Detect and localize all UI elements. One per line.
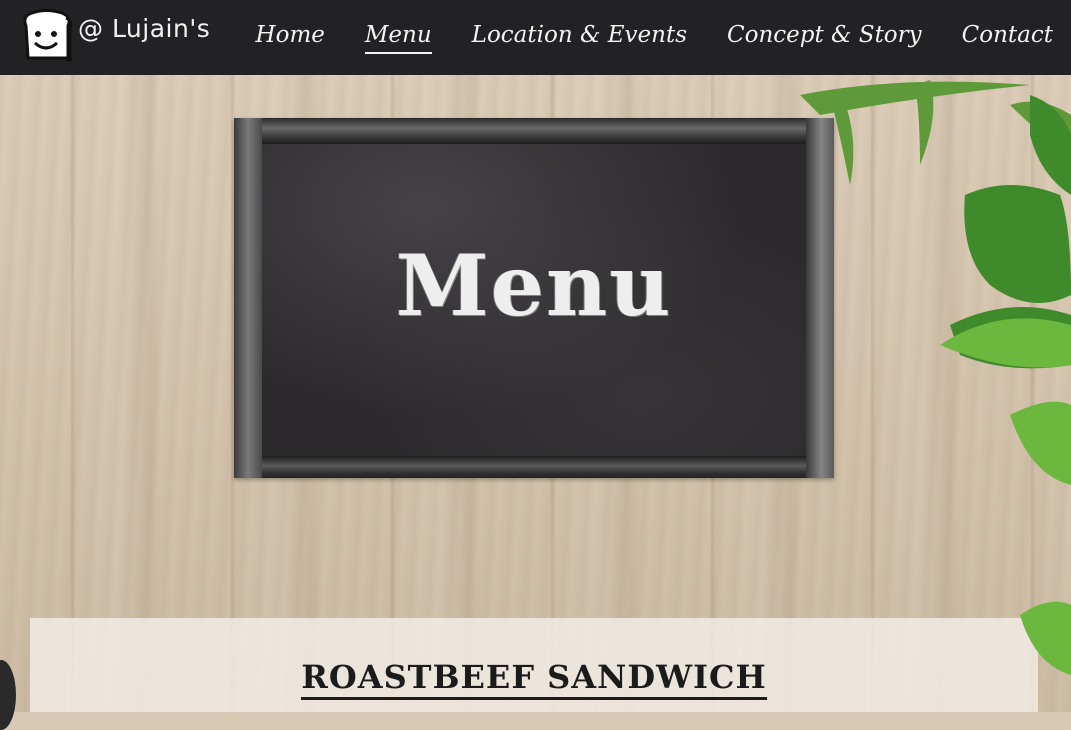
page-title: Menu	[395, 236, 673, 335]
main-nav: Home Menu Location & Events Concept & St…	[256, 18, 1053, 54]
nav-menu[interactable]: Menu	[364, 18, 432, 54]
nav-concept-story[interactable]: Concept & Story	[727, 18, 922, 54]
chalkboard-banner: Menu	[234, 118, 834, 478]
section-title-text: ROASTBEEF SANDWICH	[301, 658, 767, 700]
nav-contact[interactable]: Contact	[962, 18, 1053, 54]
herb-decoration	[800, 80, 1071, 675]
toast-smiley-icon[interactable]	[18, 8, 74, 62]
brand-name[interactable]: @ Lujain's	[78, 14, 210, 43]
frame-bottom	[234, 456, 834, 478]
nav-location-events[interactable]: Location & Events	[472, 18, 687, 54]
nav-home[interactable]: Home	[256, 18, 325, 54]
frame-top	[234, 118, 834, 144]
navbar: @ Lujain's Home Menu Location & Events C…	[0, 0, 1071, 75]
